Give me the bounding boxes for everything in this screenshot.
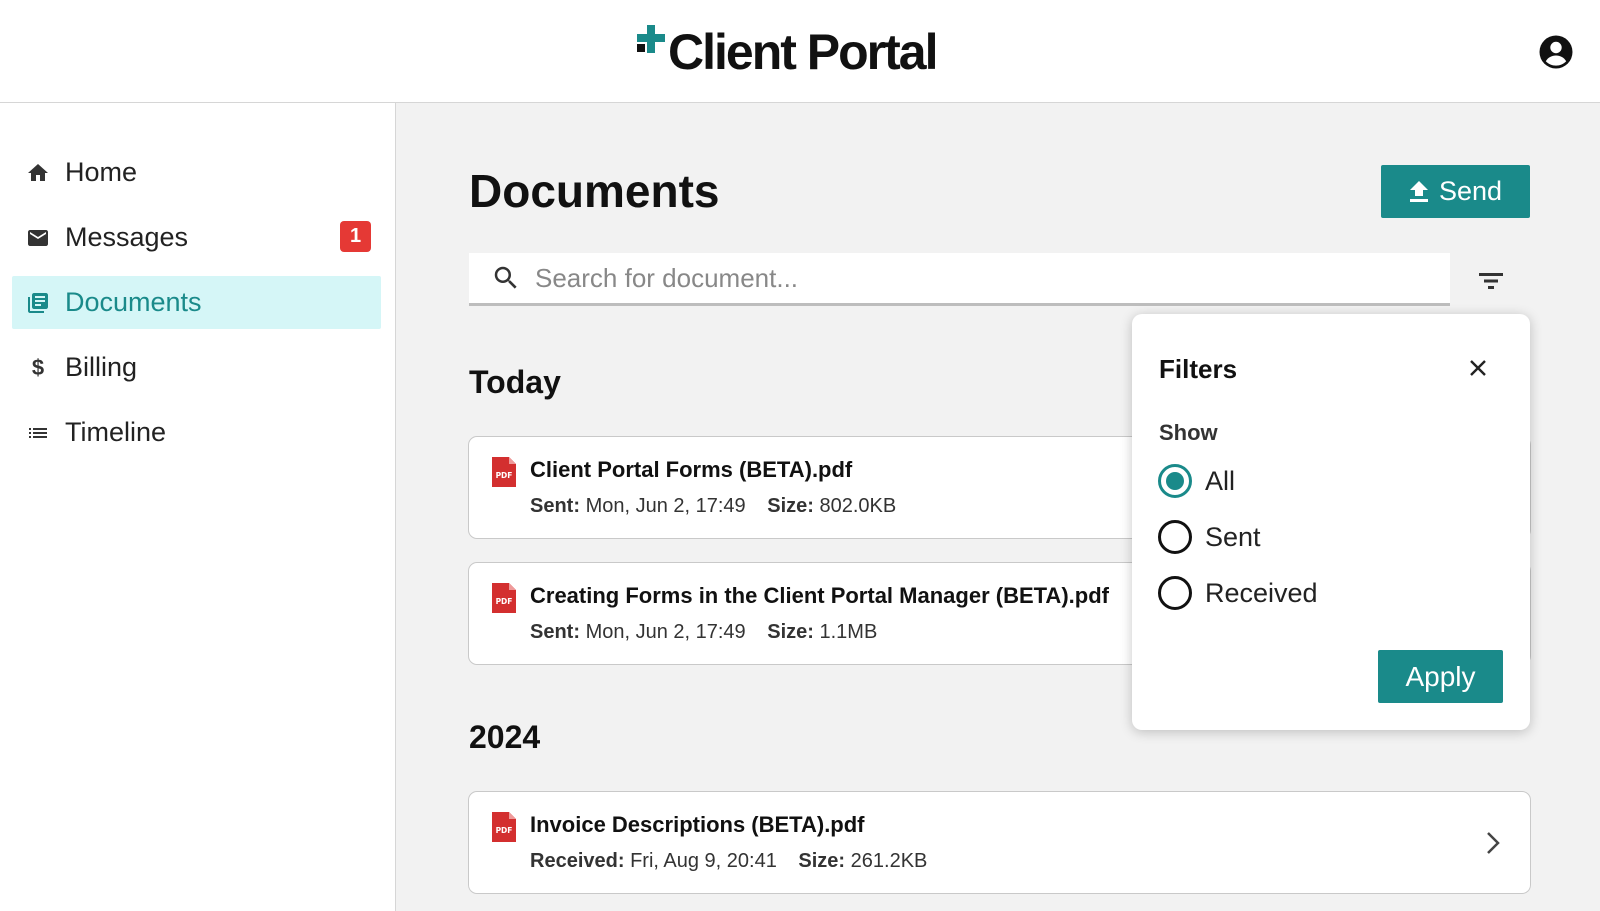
sidebar-item-billing[interactable]: $ Billing (12, 341, 381, 394)
document-meta: Received: Fri, Aug 9, 20:41 Size: 261.2K… (530, 850, 927, 873)
list-icon (25, 420, 51, 446)
top-header: Client Portal (0, 0, 1600, 103)
send-button-label: Send (1438, 176, 1503, 206)
search-icon (494, 266, 517, 289)
radio-label: Sent (1205, 521, 1261, 552)
svg-text:PDF: PDF (496, 597, 513, 606)
filter-option-received[interactable]: Received (1158, 576, 1318, 610)
filter-option-all[interactable]: All (1158, 464, 1235, 498)
chevron-right-icon (1487, 832, 1500, 854)
document-date: Mon, Jun 2, 17:49 (585, 621, 746, 643)
sidebar-item-label: Timeline (65, 417, 167, 447)
sidebar-item-label: Billing (65, 352, 138, 382)
home-icon (25, 160, 51, 186)
app-logo[interactable]: Client Portal (634, 22, 938, 82)
dollar-icon: $ (31, 354, 45, 380)
account-circle-icon[interactable] (1538, 34, 1574, 70)
documents-icon (25, 290, 51, 316)
filters-title: Filters (1159, 354, 1238, 384)
close-icon[interactable] (1466, 356, 1490, 380)
sidebar-item-documents[interactable]: Documents (12, 276, 381, 329)
pdf-file-icon: PDF (492, 812, 516, 842)
section-heading-today: Today (469, 364, 561, 400)
mail-icon (25, 225, 51, 251)
sidebar-item-label: Messages (65, 222, 189, 252)
upload-icon (1409, 180, 1428, 202)
pdf-file-icon: PDF (492, 457, 516, 487)
unread-count-badge: 1 (340, 221, 371, 252)
app-title: Client Portal (668, 24, 938, 80)
sidebar: Home Messages 1 Documents $ Billing Time… (0, 103, 396, 911)
size-label: Size: (767, 495, 814, 517)
section-heading-2024: 2024 (469, 719, 541, 755)
document-meta: Sent: Mon, Jun 2, 17:49 Size: 802.0KB (530, 495, 896, 518)
radio-label: Received (1205, 577, 1318, 608)
show-label: Show (1159, 420, 1218, 445)
page-title: Documents (469, 165, 720, 217)
date-label: Sent: (530, 495, 580, 517)
search-input[interactable] (535, 262, 1435, 294)
document-meta: Sent: Mon, Jun 2, 17:49 Size: 1.1MB (530, 621, 877, 644)
date-label: Sent: (530, 621, 580, 643)
document-date: Fri, Aug 9, 20:41 (630, 850, 777, 872)
size-label: Size: (767, 621, 814, 643)
send-button[interactable]: Send (1381, 165, 1530, 218)
document-row[interactable]: PDF Invoice Descriptions (BETA).pdf Rece… (468, 791, 1531, 894)
apply-button[interactable]: Apply (1378, 650, 1503, 703)
filter-option-sent[interactable]: Sent (1158, 520, 1261, 554)
sidebar-item-messages[interactable]: Messages 1 (12, 211, 381, 264)
filter-icon[interactable] (1476, 268, 1506, 294)
radio-label: All (1205, 465, 1236, 496)
date-label: Received: (530, 850, 625, 872)
document-name: Creating Forms in the Client Portal Mana… (530, 583, 1109, 608)
document-date: Mon, Jun 2, 17:49 (585, 495, 746, 517)
size-label: Size: (798, 850, 846, 872)
document-name: Invoice Descriptions (BETA).pdf (530, 812, 865, 837)
medical-cross-logo-icon (637, 25, 665, 53)
search-bar (469, 253, 1450, 306)
document-size: 802.0KB (819, 495, 897, 517)
radio-button[interactable] (1158, 520, 1192, 554)
sidebar-item-label: Home (65, 157, 138, 187)
sidebar-item-label: Documents (65, 287, 202, 317)
svg-text:PDF: PDF (496, 471, 513, 480)
svg-text:PDF: PDF (496, 826, 513, 835)
filters-popover: Filters Show All Sent Received Apply (1132, 314, 1530, 730)
sidebar-item-timeline[interactable]: Timeline (12, 406, 381, 459)
document-size: 261.2KB (850, 850, 928, 872)
document-size: 1.1MB (819, 621, 878, 643)
radio-button[interactable] (1158, 576, 1192, 610)
pdf-file-icon: PDF (492, 583, 516, 613)
radio-button-checked[interactable] (1158, 464, 1192, 498)
document-name: Client Portal Forms (BETA).pdf (530, 457, 853, 482)
sidebar-item-home[interactable]: Home (12, 146, 381, 199)
